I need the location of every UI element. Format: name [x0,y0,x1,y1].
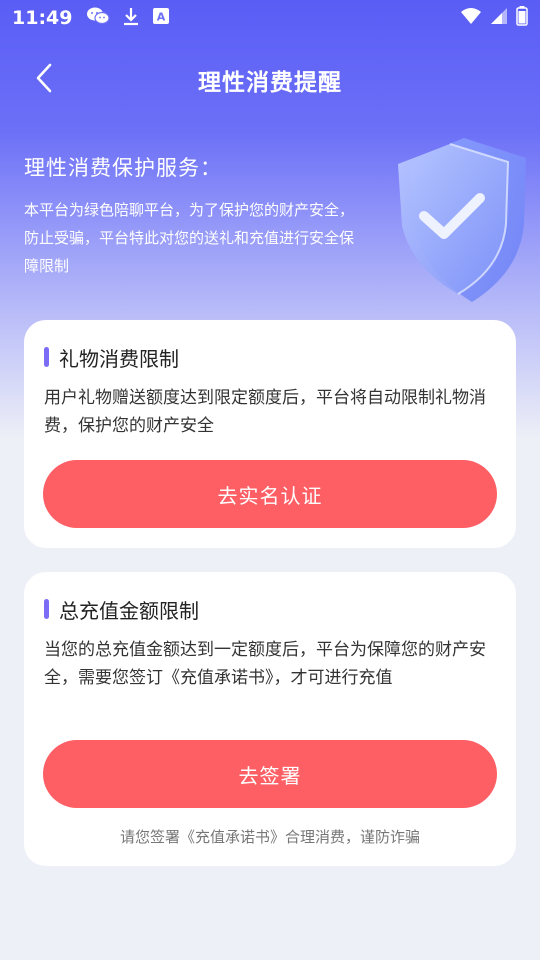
sign-pledge-button[interactable]: 去签署 [43,740,497,808]
card-title: 礼物消费限制 [59,346,179,371]
signal-icon [490,7,508,29]
wifi-icon [460,7,482,29]
intro-title: 理性消费保护服务： [24,156,222,180]
svg-text:A: A [157,11,166,24]
chevron-left-icon [35,63,53,97]
battery-icon [516,6,528,30]
gift-limit-card: 礼物消费限制 用户礼物赠送额度达到限定额度后，平台将自动限制礼物消费，保护您的财… [24,320,516,548]
nav-bar: 理性消费提醒 [0,50,540,110]
intro-description: 本平台为绿色陪聊平台，为了保护您的财产安全，防止受骗，平台特此对您的送礼和充值进… [24,201,355,275]
status-time: 11:49 [12,7,73,29]
card-description: 当您的总充值金额达到一定额度后，平台为保障您的财产安全，需要您签订《充值承诺书》… [44,640,486,688]
accent-bar [44,599,49,619]
back-button[interactable] [24,62,64,98]
accent-bar [44,347,49,367]
card-description: 用户礼物赠送额度达到限定额度后，平台将自动限制礼物消费，保护您的财产安全 [44,388,486,436]
status-bar: 11:49 A [0,0,540,36]
card-title: 总充值金额限制 [59,598,199,623]
download-icon [122,6,140,30]
page-title: 理性消费提醒 [198,70,342,96]
intro-section: 理性消费保护服务： 本平台为绿色陪聊平台，为了保护您的财产安全，防止受骗，平台特… [24,152,364,280]
wechat-icon [86,6,111,30]
real-name-verify-button[interactable]: 去实名认证 [43,460,497,528]
sign-note: 请您签署《充值承诺书》合理消费，谨防诈骗 [119,828,420,846]
shield-check-icon [380,128,530,308]
keyboard-icon: A [152,7,170,29]
recharge-limit-card: 总充值金额限制 当您的总充值金额达到一定额度后，平台为保障您的财产安全，需要您签… [24,572,516,866]
